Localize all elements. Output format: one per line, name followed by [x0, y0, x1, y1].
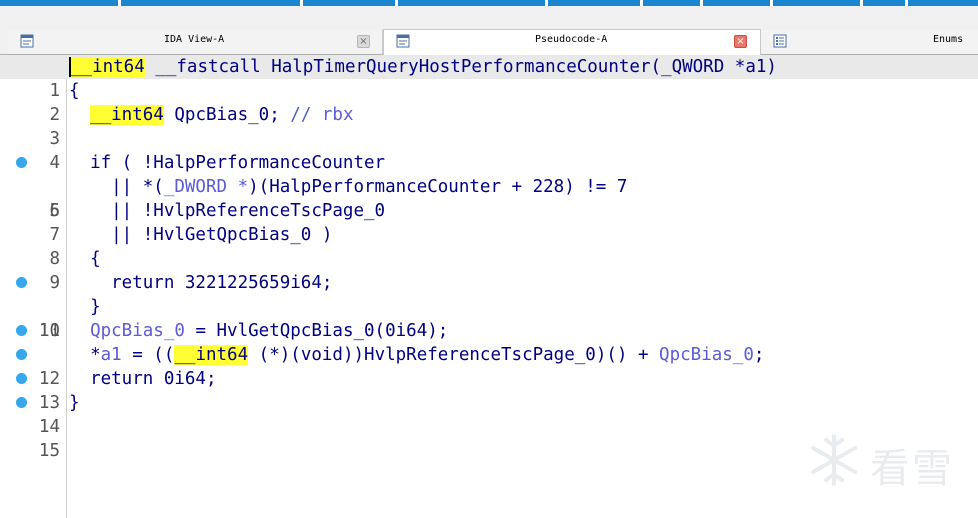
code-text[interactable]: { — [69, 79, 80, 103]
comment-text: // — [290, 105, 322, 125]
code-line[interactable]: 5 if ( !HalpPerformanceCounter — [0, 151, 978, 221]
code-text[interactable]: || !HvlpReferenceTscPage_0 — [69, 199, 385, 223]
code-line[interactable]: 6 || *(_DWORD *)(HalpPerformanceCounter … — [0, 175, 978, 221]
code-text[interactable]: { — [69, 247, 101, 271]
breakpoint-marker[interactable] — [16, 397, 27, 408]
tab-pseudocode-a[interactable]: Pseudocode-A × — [383, 29, 761, 55]
code-line[interactable]: 4 — [0, 127, 978, 173]
breakpoint-marker[interactable] — [16, 373, 27, 384]
type-keyword[interactable]: __int64 — [174, 345, 249, 365]
watermark-text: 看雪 — [870, 446, 954, 492]
code-line[interactable]: 9 { — [0, 247, 978, 293]
code-text[interactable]: ; — [754, 345, 765, 365]
tab-label: Pseudocode-A — [535, 34, 608, 45]
type-keyword[interactable]: __int64 — [71, 57, 145, 77]
breakpoint-marker[interactable] — [16, 157, 27, 168]
arg-type[interactable]: _QWORD — [661, 57, 724, 77]
code-line[interactable]: 13 *a1 = ((__int64 (*)(void))HvlpReferen… — [0, 343, 978, 413]
tab-enums[interactable]: Enums — [761, 30, 978, 54]
code-line[interactable]: 1 __int64 __fastcall HalpTimerQueryHostP… — [0, 55, 978, 101]
code-line[interactable]: 14 return 0i64; — [0, 367, 978, 437]
code-line[interactable]: 15 } — [0, 391, 978, 461]
code-line[interactable]: 11 } — [0, 295, 978, 341]
close-icon[interactable]: × — [734, 35, 747, 48]
register-comment: rbx — [321, 105, 354, 125]
code-line[interactable]: 8 || !HvlGetQpcBias_0 ) — [0, 223, 978, 269]
cast-type[interactable]: _DWORD * — [164, 177, 248, 197]
argument-variable[interactable]: a1 — [101, 345, 122, 365]
breakpoint-marker[interactable] — [16, 325, 27, 336]
kanxue-watermark: 看雪 — [806, 430, 956, 496]
code-text[interactable]: = HvlGetQpcBias_0(0i64); — [185, 321, 448, 341]
code-text[interactable]: (*)(void))HvlpReferenceTscPage_0)() + — [248, 345, 659, 365]
tab-label: Enums — [933, 34, 964, 45]
code-text[interactable]: * — [69, 345, 101, 365]
code-text[interactable]: || !HvlGetQpcBias_0 ) — [69, 223, 332, 247]
code-text[interactable]: QpcBias_0; — [164, 105, 290, 125]
code-line[interactable]: 12 QpcBias_0 = HvlGetQpcBias_0(0i64); — [0, 319, 978, 389]
local-variable[interactable]: QpcBias_0 — [659, 345, 754, 365]
arg-name[interactable]: *a1) — [724, 57, 777, 77]
breakpoint-marker[interactable] — [16, 349, 27, 360]
breakpoint-marker[interactable] — [16, 277, 27, 288]
enums-view-icon — [773, 34, 787, 48]
code-line[interactable]: 7 || !HvlpReferenceTscPage_0 — [0, 199, 978, 245]
code-text[interactable]: )(HalpPerformanceCounter + 228) != 7 — [248, 177, 627, 197]
tab-ida-view-a[interactable]: IDA View-A × — [8, 30, 383, 54]
disassembly-view-icon — [20, 34, 34, 48]
code-text[interactable]: || *( — [69, 177, 164, 197]
code-text[interactable]: return 3221225659i64; — [69, 271, 332, 295]
code-line[interactable]: 3 __int64 QpcBias_0; // rbx — [0, 103, 978, 149]
code-text[interactable]: } — [69, 391, 80, 415]
snowflake-icon — [811, 434, 857, 486]
local-variable[interactable]: QpcBias_0 — [90, 321, 185, 341]
toolbar-area — [0, 6, 978, 31]
code-text[interactable]: = (( — [122, 345, 174, 365]
code-text[interactable]: if ( !HalpPerformanceCounter — [69, 151, 385, 175]
code-text[interactable]: } — [69, 295, 101, 319]
type-keyword[interactable]: __int64 — [90, 105, 164, 125]
code-line[interactable]: 2 { — [0, 79, 978, 125]
code-text[interactable]: return 0i64; — [69, 367, 216, 391]
code-line[interactable]: 10 return 3221225659i64; — [0, 271, 978, 341]
signature-text[interactable]: __fastcall HalpTimerQueryHostPerformance… — [145, 57, 661, 77]
line-number: 15 — [38, 441, 60, 461]
pseudocode-view-icon — [396, 34, 410, 48]
tab-label: IDA View-A — [164, 34, 225, 45]
close-icon[interactable]: × — [357, 35, 370, 48]
